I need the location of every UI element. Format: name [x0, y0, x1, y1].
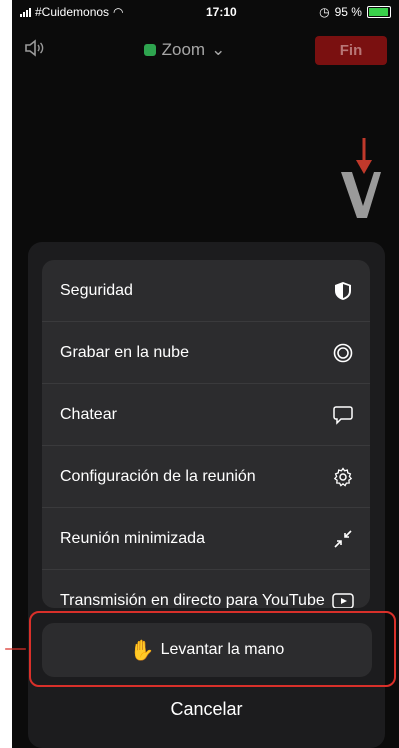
- status-bar: #Cuidemonos ◠ 17:10 ◷ 95 %: [12, 0, 399, 24]
- menu-item-label: Chatear: [60, 405, 117, 423]
- gear-icon: [332, 466, 354, 488]
- meeting-title: Zoom: [161, 40, 206, 59]
- menu-item-label: Seguridad: [60, 281, 133, 299]
- chevron-down-icon: ⌄: [211, 40, 226, 59]
- minimize-icon: [332, 528, 354, 550]
- signal-icon: [20, 7, 31, 17]
- cloud-record-icon: [332, 342, 354, 364]
- shield-icon: [332, 280, 354, 302]
- menu-item-youtube-live[interactable]: Transmisión en directo para YouTube: [42, 570, 370, 608]
- carrier-label: #Cuidemonos: [35, 5, 110, 19]
- menu-item-meeting-settings[interactable]: Configuración de la reunión: [42, 446, 370, 508]
- status-right: ◷ 95 %: [319, 5, 391, 19]
- meeting-header: Zoom ⌄ Fin: [12, 26, 399, 74]
- cancel-button[interactable]: Cancelar: [28, 682, 385, 736]
- menu-item-label: Configuración de la reunión: [60, 467, 256, 485]
- battery-fill: [368, 8, 389, 16]
- clock: 17:10: [205, 5, 237, 19]
- annotation-arrow-icon: [5, 648, 26, 650]
- status-left: #Cuidemonos ◠: [20, 5, 124, 19]
- menu-item-label: Grabar en la nube: [60, 343, 189, 361]
- menu-item-chat[interactable]: Chatear: [42, 384, 370, 446]
- menu-item-minimized-meeting[interactable]: Reunión minimizada: [42, 508, 370, 570]
- battery-percent: 95 %: [334, 5, 362, 19]
- wifi-icon: ◠: [113, 5, 124, 19]
- youtube-icon: [332, 590, 354, 608]
- verified-shield-icon: [143, 44, 156, 56]
- chat-icon: [332, 404, 354, 426]
- speaker-icon[interactable]: [24, 38, 54, 62]
- highlight-annotation: [29, 611, 396, 687]
- menu-item-label: Transmisión en directo para YouTube: [60, 592, 325, 608]
- options-menu: Seguridad Grabar en la nube Chatear Conf…: [42, 260, 370, 608]
- menu-item-security[interactable]: Seguridad: [42, 260, 370, 322]
- menu-item-label: Reunión minimizada: [60, 529, 205, 547]
- end-meeting-button[interactable]: Fin: [315, 35, 387, 65]
- battery-icon: [366, 6, 391, 18]
- menu-item-cloud-record[interactable]: Grabar en la nube: [42, 322, 370, 384]
- meeting-title-dropdown[interactable]: Zoom ⌄: [143, 40, 226, 60]
- alarm-icon: ◷: [319, 5, 330, 19]
- brand-logo: [341, 138, 381, 218]
